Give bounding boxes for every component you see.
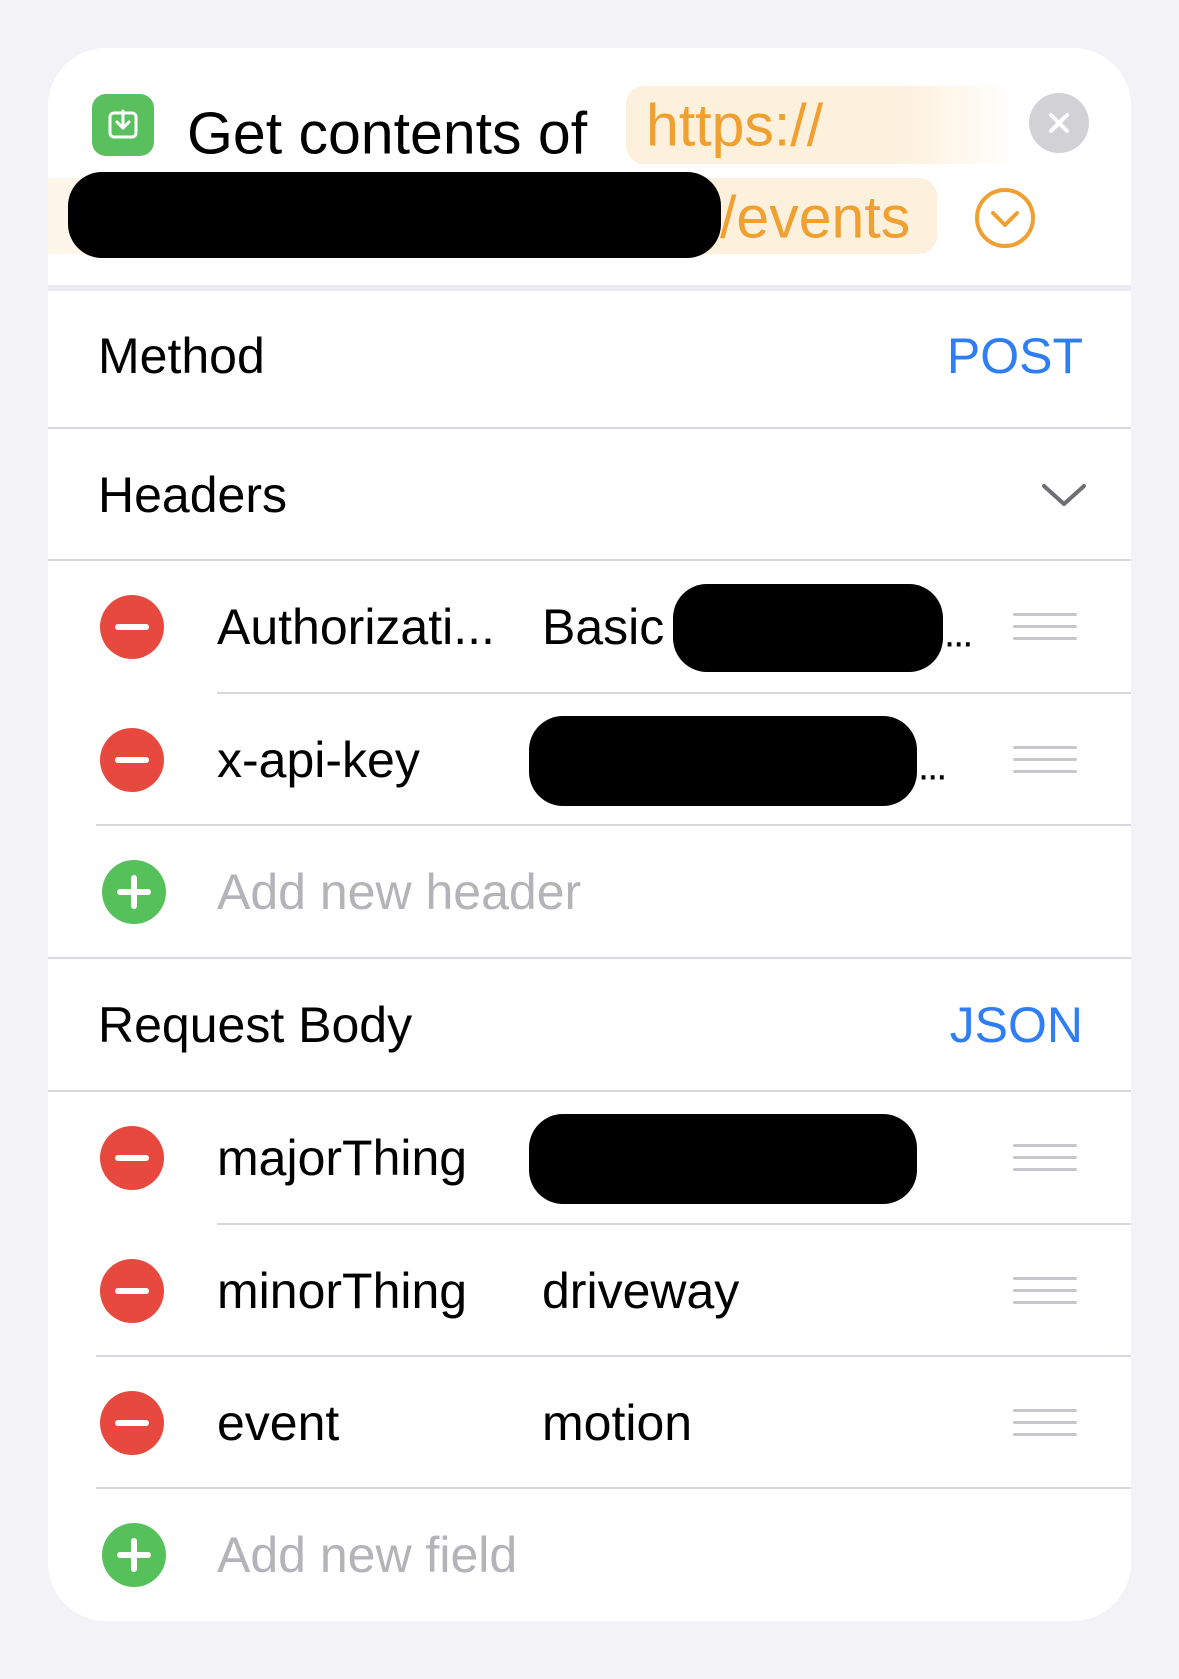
- method-value[interactable]: POST: [947, 327, 1083, 385]
- download-icon: [92, 94, 154, 156]
- body-field-item: majorThing: [48, 1092, 1131, 1224]
- redacted-url: [68, 172, 721, 258]
- remove-header-button[interactable]: [100, 728, 164, 792]
- value-ellipsis: ...: [944, 611, 973, 656]
- drag-handle-icon[interactable]: [1013, 1407, 1077, 1439]
- add-field-placeholder[interactable]: Add new field: [217, 1526, 517, 1584]
- field-key[interactable]: event: [217, 1394, 339, 1452]
- expand-button[interactable]: [973, 186, 1037, 250]
- remove-header-button[interactable]: [100, 595, 164, 659]
- close-button[interactable]: [1029, 93, 1089, 153]
- remove-field-button[interactable]: [100, 1391, 164, 1455]
- remove-field-button[interactable]: [100, 1126, 164, 1190]
- action-header: Get contents of https:// /events: [48, 48, 1131, 287]
- add-field-button[interactable]: [102, 1523, 166, 1587]
- request-body-label: Request Body: [98, 997, 413, 1053]
- body-field-item: minorThing driveway: [48, 1225, 1131, 1357]
- add-header-button[interactable]: [102, 860, 166, 924]
- header-item: x-api-key ...: [48, 694, 1131, 826]
- header-value[interactable]: Basic: [542, 598, 664, 656]
- action-card: Get contents of https:// /events Method …: [48, 48, 1131, 1621]
- headers-row[interactable]: Headers: [48, 429, 1131, 561]
- field-value[interactable]: driveway: [542, 1262, 739, 1320]
- field-key[interactable]: minorThing: [217, 1262, 467, 1320]
- chevron-down-circle-icon: [975, 188, 1035, 248]
- action-title: Get contents of: [187, 100, 588, 167]
- headers-label: Headers: [98, 467, 287, 523]
- add-field-row[interactable]: Add new field: [48, 1489, 1131, 1621]
- redacted-value: [673, 584, 943, 672]
- add-header-row[interactable]: Add new header: [48, 826, 1131, 958]
- value-ellipsis: ...: [918, 744, 947, 789]
- body-field-item: event motion: [48, 1357, 1131, 1489]
- redacted-value: [529, 716, 917, 806]
- add-header-placeholder[interactable]: Add new header: [217, 863, 581, 921]
- close-icon: [1049, 113, 1069, 133]
- request-body-row[interactable]: Request Body JSON: [48, 959, 1131, 1091]
- chevron-down-icon[interactable]: [1041, 482, 1087, 508]
- field-value[interactable]: motion: [542, 1394, 692, 1452]
- method-label: Method: [98, 328, 265, 384]
- method-row[interactable]: Method POST: [48, 290, 1131, 422]
- redacted-value: [529, 1114, 917, 1204]
- header-item: Authorizati... Basic ...: [48, 561, 1131, 693]
- drag-handle-icon[interactable]: [1013, 1275, 1077, 1307]
- header-key[interactable]: x-api-key: [217, 731, 420, 789]
- url-prefix-text[interactable]: https://: [646, 96, 823, 156]
- drag-handle-icon[interactable]: [1013, 611, 1077, 643]
- drag-handle-icon[interactable]: [1013, 744, 1077, 776]
- field-key[interactable]: majorThing: [217, 1129, 467, 1187]
- remove-field-button[interactable]: [100, 1259, 164, 1323]
- url-suffix-text[interactable]: /events: [720, 188, 910, 248]
- header-key[interactable]: Authorizati...: [217, 598, 495, 656]
- drag-handle-icon[interactable]: [1013, 1142, 1077, 1174]
- request-body-type[interactable]: JSON: [950, 996, 1083, 1054]
